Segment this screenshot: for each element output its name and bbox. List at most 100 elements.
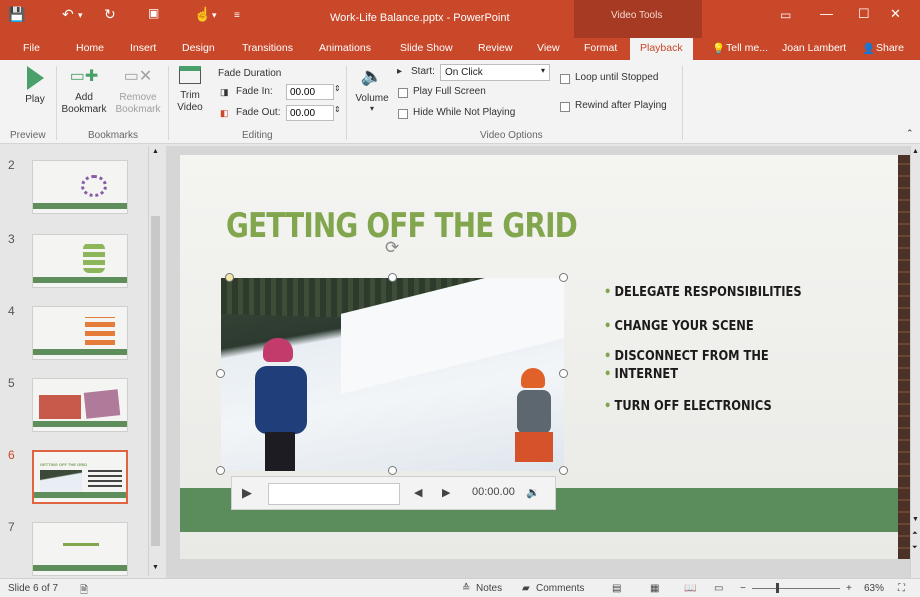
zoom-slider-knob[interactable] <box>776 583 779 593</box>
collapse-ribbon-icon[interactable]: ⌃ <box>906 128 914 139</box>
scroll-up-icon[interactable]: ▲ <box>152 148 159 155</box>
tab-animations[interactable]: Animations <box>319 42 371 54</box>
selection-handle[interactable] <box>559 369 568 378</box>
selection-handle[interactable] <box>559 466 568 475</box>
skip-forward-icon[interactable]: ▶ <box>442 486 450 499</box>
slide-bullet-list[interactable]: DELEGATE RESPONSIBILITIES CHANGE YOUR SC… <box>604 284 854 416</box>
tab-design[interactable]: Design <box>182 42 215 54</box>
slide-thumbnail-3[interactable] <box>32 234 128 288</box>
selection-handle[interactable] <box>388 466 397 475</box>
tab-playback[interactable]: Playback <box>630 38 693 60</box>
fade-out-spinner-icon[interactable]: ⇕ <box>334 105 341 114</box>
undo-icon[interactable]: ↶ <box>62 6 74 23</box>
slide-thumbnail-2[interactable] <box>32 160 128 214</box>
spelling-check-icon[interactable]: 🗎 <box>80 583 88 597</box>
rotate-handle-icon[interactable]: ⟳ <box>385 238 399 258</box>
fade-out-input[interactable] <box>286 105 334 121</box>
scroll-up-icon[interactable]: ▲ <box>912 148 919 155</box>
bullet-continuation: INTERNET <box>614 367 679 382</box>
slide-title[interactable]: GETTING OFF THE GRID <box>226 206 578 246</box>
selection-handle[interactable] <box>216 369 225 378</box>
zoom-in-icon[interactable]: + <box>846 583 852 594</box>
next-slide-icon[interactable]: ⏷ <box>912 544 918 552</box>
selection-handle[interactable] <box>216 466 225 475</box>
zoom-level[interactable]: 63% <box>864 583 884 594</box>
touch-mode-icon[interactable]: ☝ <box>194 6 211 23</box>
fade-in-label: Fade In: <box>236 86 273 97</box>
play-full-screen-checkbox[interactable] <box>398 88 408 98</box>
user-name[interactable]: Joan Lambert <box>782 42 846 54</box>
video-frame[interactable] <box>221 278 564 471</box>
start-icon: ▸ <box>397 66 403 77</box>
minimize-icon[interactable]: — <box>820 6 833 21</box>
bullet-item: CHANGE YOUR SCENE <box>604 318 824 336</box>
fit-slide-icon[interactable]: ⛶ <box>898 583 905 594</box>
lightbulb-icon: 💡 <box>712 43 726 55</box>
selection-handle[interactable] <box>225 273 234 282</box>
remove-bookmark-button[interactable]: ▭✕ Remove Bookmark <box>114 66 162 116</box>
fade-out-label: Fade Out: <box>236 107 281 118</box>
trim-video-button[interactable]: Trim Video <box>172 66 208 114</box>
slide-thumbnail-7[interactable] <box>32 522 128 576</box>
scroll-down-icon[interactable]: ▼ <box>912 516 919 523</box>
maximize-icon[interactable]: ☐ <box>858 6 870 22</box>
volume-button[interactable]: 🔈 Volume ▾ <box>352 66 392 113</box>
tab-view[interactable]: View <box>537 42 560 54</box>
customize-qat-icon[interactable]: ≡ <box>234 10 240 21</box>
previous-slide-icon[interactable]: ⏶ <box>912 530 918 538</box>
scrollbar-thumb[interactable] <box>151 216 160 546</box>
tab-file[interactable]: File <box>23 42 40 54</box>
rewind-after-playing-checkbox[interactable] <box>560 102 570 112</box>
slide-show-icon[interactable]: ▭ <box>714 583 723 594</box>
group-video-options-label: Video Options <box>480 130 543 141</box>
slide-scrollbar[interactable]: ▲ ▼ ⏶ ⏷ <box>910 146 920 578</box>
touch-dropdown-icon[interactable]: ▾ <box>212 10 217 21</box>
start-dropdown[interactable]: On Click ▾ <box>440 64 550 81</box>
selection-handle[interactable] <box>559 273 568 282</box>
child-helmet <box>263 338 293 362</box>
play-video-icon[interactable]: ▶ <box>242 485 252 501</box>
skip-back-icon[interactable]: ◀ <box>414 486 422 499</box>
tell-me-box[interactable]: Tell me... <box>726 42 768 54</box>
selection-handle[interactable] <box>388 273 397 282</box>
start-from-beginning-icon[interactable]: ▣ <box>148 6 159 20</box>
group-separator <box>682 66 683 140</box>
fade-in-input[interactable] <box>286 84 334 100</box>
slide-sorter-icon[interactable]: ▦ <box>650 583 659 594</box>
play-button[interactable]: Play <box>20 64 50 105</box>
thumbnails-scrollbar[interactable]: ▲ ▼ <box>148 146 162 576</box>
add-bookmark-button[interactable]: ▭✚ Add Bookmark <box>58 66 110 116</box>
tab-review[interactable]: Review <box>478 42 512 54</box>
comments-button[interactable]: Comments <box>536 583 584 594</box>
video-progress-track[interactable] <box>268 483 400 505</box>
hide-while-not-playing-label: Hide While Not Playing <box>413 107 516 118</box>
share-button[interactable]: Share <box>876 42 904 54</box>
reading-view-icon[interactable]: 📖 <box>684 583 696 594</box>
tab-home[interactable]: Home <box>76 42 104 54</box>
notes-button[interactable]: Notes <box>476 583 502 594</box>
redo-icon[interactable]: ↻ <box>104 6 116 23</box>
tab-insert[interactable]: Insert <box>130 42 156 54</box>
close-icon[interactable]: ✕ <box>890 6 901 22</box>
tab-slide-show[interactable]: Slide Show <box>400 42 453 54</box>
group-preview-label: Preview <box>10 130 46 141</box>
normal-view-icon[interactable]: ▤ <box>612 583 621 594</box>
save-icon[interactable]: 💾 <box>8 6 25 23</box>
undo-dropdown-icon[interactable]: ▾ <box>78 10 83 21</box>
fade-in-spinner-icon[interactable]: ⇕ <box>334 84 341 93</box>
tab-format[interactable]: Format <box>584 42 617 54</box>
contextual-group-label: Video Tools <box>611 10 663 21</box>
start-label: Start: <box>411 66 435 77</box>
zoom-slider[interactable] <box>752 588 840 589</box>
slide-thumbnail-4[interactable] <box>32 306 128 360</box>
slide-thumbnail-6[interactable]: GETTING OFF THE GRID <box>32 450 128 504</box>
ribbon-display-icon[interactable]: ▭ <box>780 8 791 22</box>
mute-icon[interactable]: 🔉 <box>526 486 540 499</box>
loop-until-stopped-checkbox[interactable] <box>560 74 570 84</box>
zoom-out-icon[interactable]: − <box>740 583 746 594</box>
add-bookmark-icon: ▭✚ <box>69 68 99 85</box>
tab-transitions[interactable]: Transitions <box>242 42 293 54</box>
scroll-down-icon[interactable]: ▼ <box>152 564 159 571</box>
hide-while-not-playing-checkbox[interactable] <box>398 109 408 119</box>
slide-thumbnail-5[interactable] <box>32 378 128 432</box>
